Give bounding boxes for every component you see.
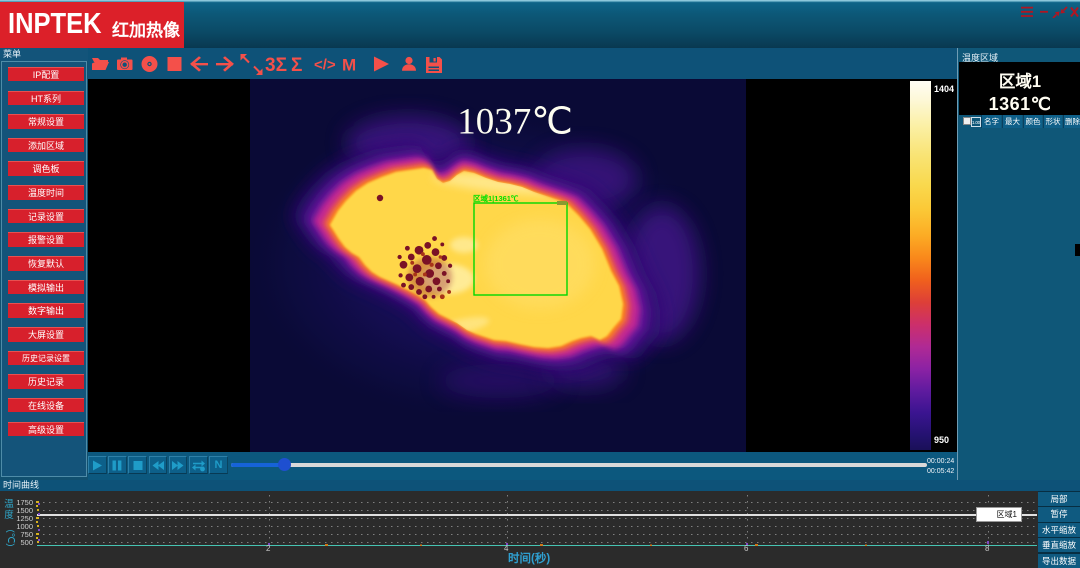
svg-text:Σ: Σ bbox=[291, 55, 302, 76]
svg-text:</>: </> bbox=[314, 57, 336, 74]
svg-text:区域1|1361℃: 区域1|1361℃ bbox=[473, 193, 519, 203]
svg-text:3Σ: 3Σ bbox=[265, 55, 287, 76]
svg-text:M: M bbox=[342, 56, 356, 75]
svg-text:1037℃: 1037℃ bbox=[457, 102, 573, 143]
